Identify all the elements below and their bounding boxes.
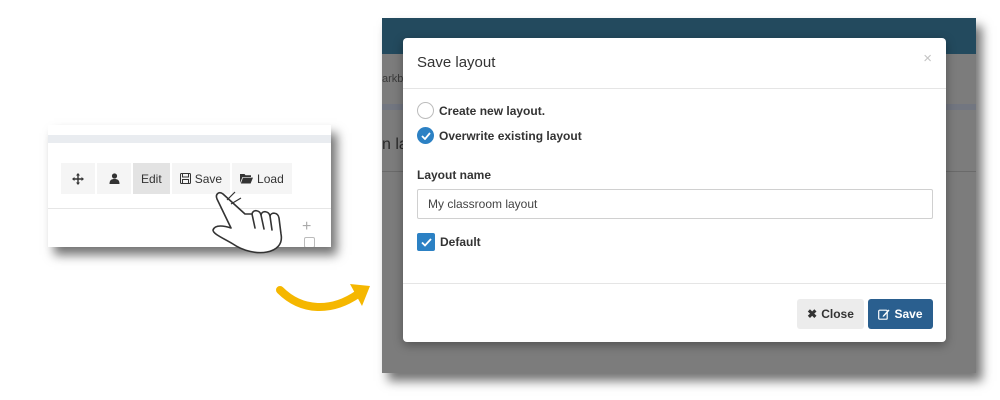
checkbox-icon[interactable]: [304, 237, 315, 247]
close-button-label: Close: [821, 307, 854, 321]
load-label: Load: [257, 171, 284, 186]
radio-checked-icon[interactable]: [417, 127, 434, 144]
dialog-header: Save layout ×: [403, 38, 946, 89]
checkmark-icon: [420, 237, 432, 247]
folder-open-icon: [240, 173, 254, 184]
edit-label: Edit: [141, 171, 162, 186]
user-icon: [109, 173, 119, 184]
close-button[interactable]: ✖ Close: [797, 299, 864, 329]
dialog-title: Save layout: [417, 54, 496, 71]
move-icon: [72, 172, 84, 185]
default-checkbox-row[interactable]: Default: [417, 233, 481, 251]
user-button[interactable]: [97, 163, 131, 194]
hand-pointer-icon: [212, 191, 283, 254]
save-button[interactable]: Save: [868, 299, 933, 329]
floppy-disk-icon: [179, 173, 191, 184]
plus-icon[interactable]: +: [302, 218, 311, 236]
save-toolbar-label: Save: [194, 171, 223, 186]
save-button-label: Save: [894, 307, 923, 321]
edit-icon: [878, 309, 890, 320]
close-icon[interactable]: ×: [923, 50, 932, 67]
dialog-footer: ✖ Close Save: [403, 283, 946, 343]
radio-overwrite-label: Overwrite existing layout: [439, 128, 582, 143]
layout-name-input[interactable]: [417, 189, 933, 219]
default-label: Default: [440, 235, 481, 249]
default-checkbox[interactable]: [417, 233, 435, 251]
edit-button[interactable]: Edit: [133, 163, 170, 194]
curved-arrow-icon: [276, 284, 370, 311]
radio-create-new[interactable]: Create new layout.: [417, 102, 545, 119]
radio-create-new-label: Create new layout.: [439, 103, 546, 118]
layout-name-label: Layout name: [417, 168, 492, 182]
save-layout-dialog: Save layout × Create new layout. Overwri…: [403, 38, 946, 342]
radio-overwrite[interactable]: Overwrite existing layout: [417, 127, 582, 144]
modal-screenshot: arkb n la Save layout × Create new layou…: [382, 18, 976, 373]
breadcrumb-fragment: arkb: [382, 73, 404, 85]
times-icon: ✖: [807, 307, 818, 321]
radio-unchecked-icon[interactable]: [417, 102, 434, 119]
move-button[interactable]: [61, 163, 95, 194]
snippet-top-bar: [48, 135, 331, 143]
